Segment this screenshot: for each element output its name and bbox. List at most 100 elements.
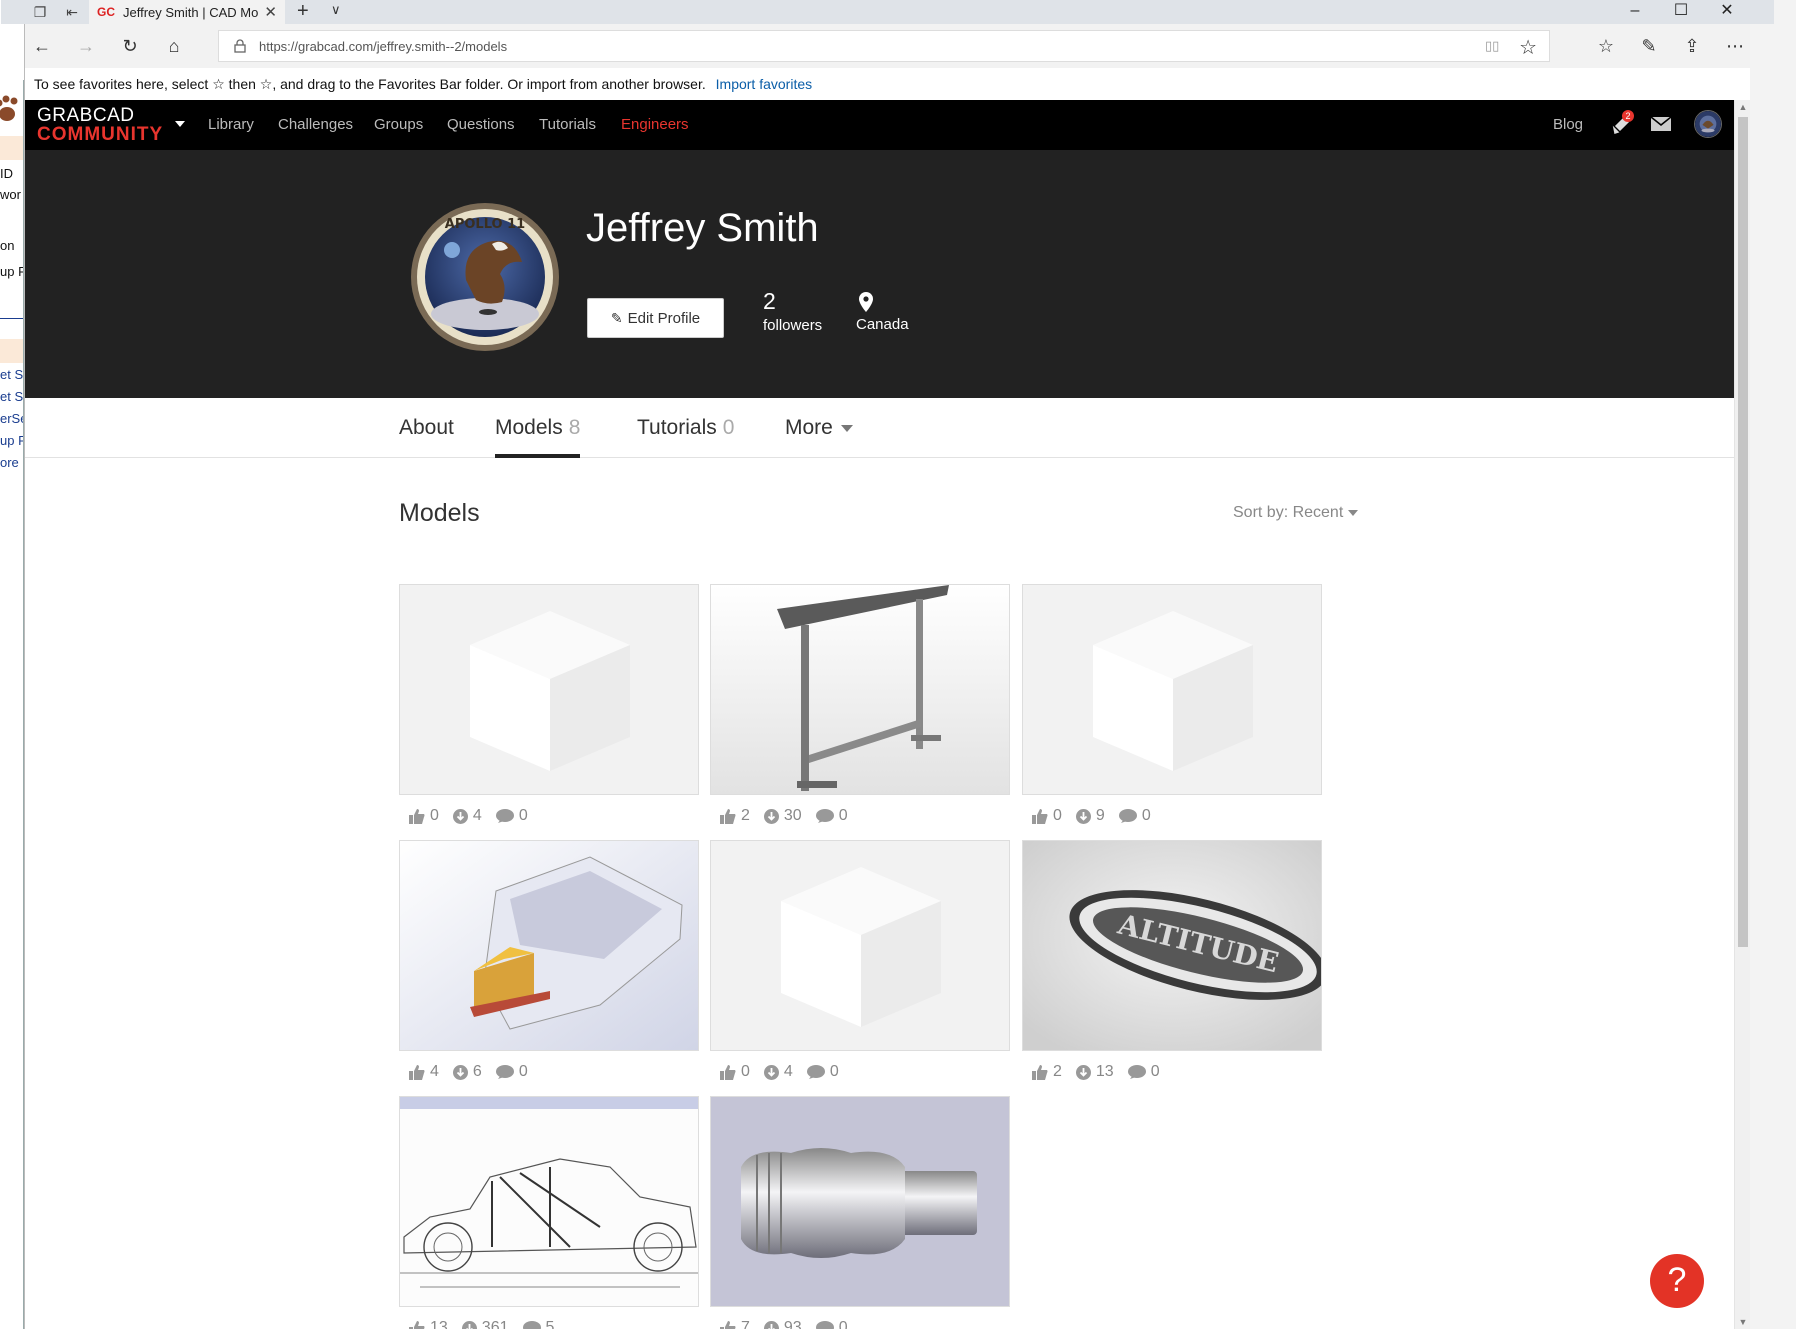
model-thumbnail[interactable] <box>710 840 1010 1051</box>
comments-stat[interactable]: 0 <box>815 1319 848 1329</box>
model-card[interactable]: 460 <box>399 840 699 1081</box>
forward-icon[interactable]: → <box>74 34 98 58</box>
profile-name: Jeffrey Smith <box>586 206 819 250</box>
likes-stat[interactable]: 2 <box>720 807 750 825</box>
likes-stat[interactable]: 13 <box>409 1319 448 1329</box>
notification-badge: 2 <box>1622 110 1634 122</box>
scroll-thumb[interactable] <box>1738 117 1748 947</box>
comments-stat[interactable]: 0 <box>495 807 528 825</box>
likes-stat[interactable]: 7 <box>720 1319 750 1329</box>
browser-tab[interactable]: GC Jeffrey Smith | CAD Mod ✕ <box>89 0 285 24</box>
model-thumbnail[interactable] <box>399 840 699 1051</box>
scroll-up-icon[interactable]: ▲ <box>1735 102 1751 112</box>
model-thumbnail[interactable] <box>710 1096 1010 1307</box>
comment-icon <box>806 1064 825 1079</box>
bg-link[interactable]: erSe <box>0 411 23 426</box>
minimize-icon[interactable]: – <box>1612 0 1658 24</box>
bg-text: wor <box>0 187 21 202</box>
home-icon[interactable]: ⌂ <box>162 34 186 58</box>
model-card[interactable]: 7 93 0 <box>710 1096 1010 1329</box>
downloads-stat: 6 <box>452 1063 482 1081</box>
comment-icon <box>522 1320 541 1329</box>
help-button[interactable]: ? <box>1650 1254 1704 1308</box>
maximize-icon[interactable]: ☐ <box>1658 0 1704 24</box>
notifications-bell-icon[interactable]: 2 <box>1610 110 1634 136</box>
pen-icon[interactable]: ✎ <box>1635 34 1663 58</box>
tab-models[interactable]: Models 8 <box>495 416 581 458</box>
tab-about[interactable]: About <box>399 416 454 458</box>
mail-icon[interactable] <box>1651 116 1671 132</box>
model-thumbnail[interactable] <box>1022 584 1322 795</box>
likes-stat[interactable]: 0 <box>409 807 439 825</box>
followers-stat[interactable]: 2 followers <box>763 288 822 334</box>
comments-stat[interactable]: 0 <box>806 1063 839 1081</box>
nav-challenges[interactable]: Challenges <box>278 116 353 133</box>
thumbs-up-icon <box>1032 808 1048 824</box>
model-card[interactable]: ALTITUDE 2 13 0 <box>1022 840 1322 1081</box>
likes-stat[interactable]: 0 <box>720 1063 750 1081</box>
location-text: Canada <box>856 316 909 333</box>
nav-engineers[interactable]: Engineers <box>621 116 689 133</box>
comments-stat[interactable]: 0 <box>495 1063 528 1081</box>
model-card[interactable]: 090 <box>1022 584 1322 825</box>
user-avatar[interactable] <box>1694 110 1722 138</box>
tab-tutorials[interactable]: Tutorials 0 <box>637 416 734 458</box>
new-tab-icon[interactable]: + <box>297 0 309 22</box>
bg-link[interactable]: et Su <box>0 367 23 382</box>
model-thumbnail[interactable] <box>710 584 1010 795</box>
bg-text: on <box>0 238 15 253</box>
comments-stat[interactable]: 0 <box>1127 1063 1160 1081</box>
address-bar[interactable]: https://grabcad.com/jeffrey.smith--2/mod… <box>218 30 1550 62</box>
more-icon[interactable]: ⋯ <box>1721 34 1749 58</box>
nav-questions[interactable]: Questions <box>447 116 515 133</box>
tab-actions-icon[interactable]: ❐ <box>31 3 49 21</box>
model-thumbnail[interactable] <box>399 1096 699 1307</box>
favorite-star-icon[interactable]: ☆ <box>1519 35 1537 60</box>
comments-stat[interactable]: 0 <box>1118 807 1151 825</box>
refresh-icon[interactable]: ↻ <box>118 34 142 58</box>
nav-library[interactable]: Library <box>208 116 254 133</box>
tab-more[interactable]: More <box>785 416 853 458</box>
comments-stat[interactable]: 0 <box>815 807 848 825</box>
model-thumbnail[interactable] <box>399 584 699 795</box>
likes-stat[interactable]: 0 <box>1032 807 1062 825</box>
download-icon <box>763 808 779 824</box>
logo-menu-chevron-icon[interactable] <box>175 121 185 127</box>
reading-view-icon[interactable]: ▯▯ <box>1485 38 1501 54</box>
model-card[interactable]: 13 361 5 <box>399 1096 699 1329</box>
address-toolbar: ← → ↻ ⌂ https://grabcad.com/jeffrey.smit… <box>25 24 1750 68</box>
import-favorites-link[interactable]: Import favorites <box>716 76 812 92</box>
back-icon[interactable]: ← <box>30 34 54 58</box>
nav-blog[interactable]: Blog <box>1553 116 1583 133</box>
close-tab-icon[interactable]: ✕ <box>264 3 277 21</box>
model-card[interactable]: 2 30 0 <box>710 584 1010 825</box>
page-scrollbar[interactable]: ▲ ▼ <box>1734 100 1750 1329</box>
favorites-icon[interactable]: ☆ <box>1592 34 1620 58</box>
model-thumbnail[interactable]: ALTITUDE <box>1022 840 1322 1051</box>
profile-avatar: APOLLO 11 <box>411 203 559 351</box>
likes-stat[interactable]: 4 <box>409 1063 439 1081</box>
scroll-down-icon[interactable]: ▼ <box>1735 1317 1751 1327</box>
edit-profile-button[interactable]: ✎ Edit Profile <box>587 298 724 338</box>
bg-link[interactable]: up F <box>0 433 23 448</box>
bg-link[interactable]: ore I <box>0 455 23 470</box>
model-stats: 13 361 5 <box>399 1319 699 1329</box>
set-aside-tabs-icon[interactable]: ⇤ <box>63 3 81 21</box>
comments-stat[interactable]: 5 <box>522 1319 554 1329</box>
location-pin-icon <box>859 292 873 312</box>
bg-link[interactable]: et Su <box>0 389 23 404</box>
site-nav: GRABCAD COMMUNITY Library Challenges Gro… <box>25 100 1734 150</box>
followers-count: 2 <box>763 288 776 314</box>
tab-list-chevron-icon[interactable]: ∨ <box>331 2 341 18</box>
nav-tutorials[interactable]: Tutorials <box>539 116 596 133</box>
download-icon <box>763 1320 779 1329</box>
grabcad-logo[interactable]: GRABCAD COMMUNITY <box>37 106 163 144</box>
sort-dropdown[interactable]: Sort by: Recent <box>1233 504 1359 522</box>
model-card[interactable]: 040 <box>710 840 1010 1081</box>
model-card[interactable]: 040 <box>399 584 699 825</box>
close-window-icon[interactable]: ✕ <box>1704 0 1750 24</box>
nav-groups[interactable]: Groups <box>374 116 423 133</box>
likes-stat[interactable]: 2 <box>1032 1063 1062 1081</box>
download-icon <box>1075 1064 1091 1080</box>
share-icon[interactable]: ⇪ <box>1678 34 1706 58</box>
